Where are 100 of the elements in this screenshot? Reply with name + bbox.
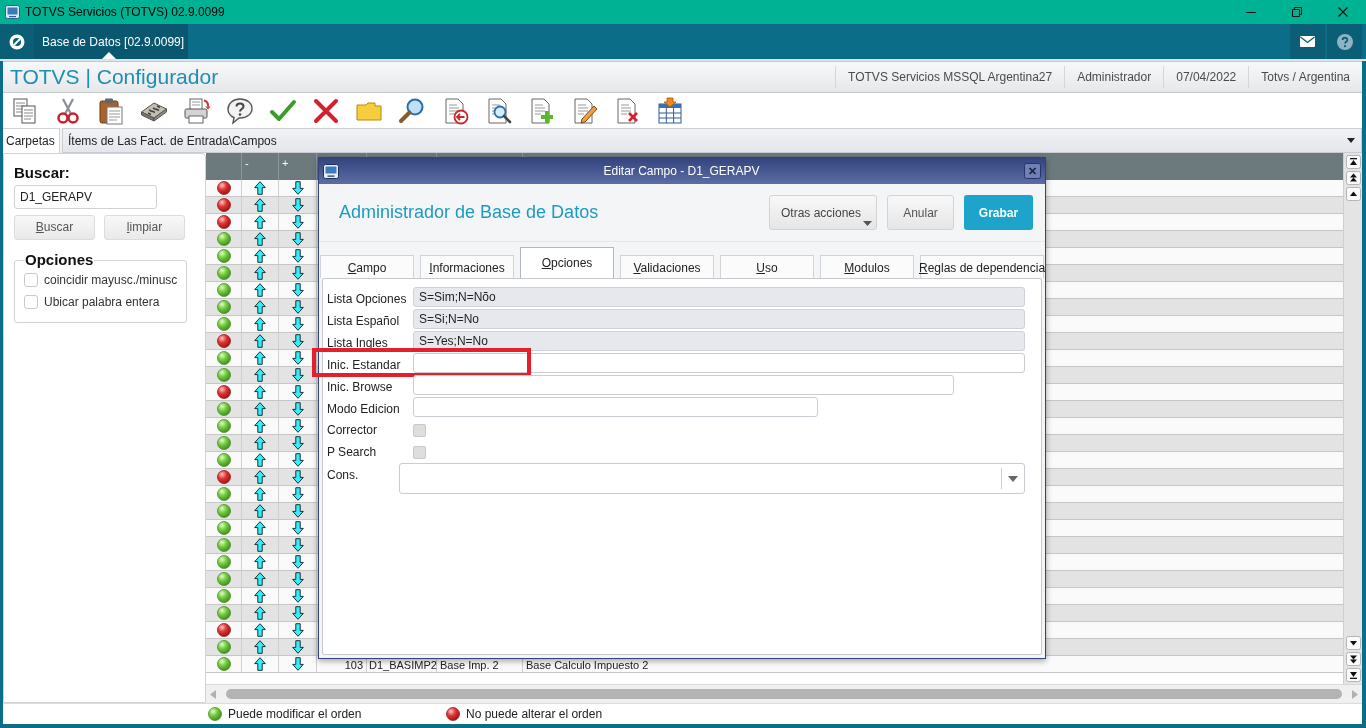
up-arrow-icon[interactable]	[254, 351, 266, 365]
input-field[interactable]: S=Sim;N=Nõo	[413, 287, 1025, 307]
scroll-down-icon[interactable]	[1345, 636, 1361, 650]
up-arrow-icon[interactable]	[254, 521, 266, 535]
scrollbar-thumb[interactable]	[226, 689, 1342, 699]
down-arrow-icon[interactable]	[291, 504, 304, 518]
dialog-tab[interactable]: Reglas de dependencia	[920, 255, 1044, 278]
down-arrow-icon[interactable]	[291, 623, 304, 637]
dialog-tab[interactable]: Uso	[720, 255, 814, 278]
down-arrow-icon[interactable]	[291, 402, 304, 416]
input-field[interactable]: S=Si;N=No	[413, 309, 1025, 329]
up-arrow-icon[interactable]	[254, 589, 266, 603]
down-arrow-icon[interactable]	[291, 538, 304, 552]
column-header[interactable]: -	[245, 157, 249, 169]
clipboard-icon[interactable]	[96, 96, 125, 125]
down-arrow-icon[interactable]	[291, 453, 304, 467]
down-arrow-icon[interactable]	[291, 317, 304, 331]
up-arrow-icon[interactable]	[254, 181, 266, 195]
up-arrow-icon[interactable]	[254, 640, 266, 654]
up-arrow-icon[interactable]	[254, 555, 266, 569]
up-arrow-icon[interactable]	[254, 436, 266, 450]
up-arrow-icon[interactable]	[254, 657, 266, 671]
up-arrow-icon[interactable]	[254, 419, 266, 433]
page-down-icon[interactable]	[1345, 652, 1361, 666]
minimize-icon[interactable]	[1246, 11, 1256, 13]
dialog-tab[interactable]: Campo	[320, 255, 414, 278]
down-arrow-icon[interactable]	[291, 385, 304, 399]
input-field[interactable]	[413, 397, 818, 417]
down-arrow-icon[interactable]	[291, 300, 304, 314]
down-arrow-icon[interactable]	[291, 657, 304, 671]
scroll-up-icon[interactable]	[1345, 187, 1361, 201]
down-arrow-icon[interactable]	[291, 436, 304, 450]
down-arrow-icon[interactable]	[291, 487, 304, 501]
down-arrow-icon[interactable]	[291, 198, 304, 212]
logo-icon[interactable]	[9, 33, 25, 50]
up-arrow-icon[interactable]	[254, 232, 266, 246]
dialog-tab[interactable]: Opciones	[520, 247, 614, 278]
down-arrow-icon[interactable]	[291, 521, 304, 535]
up-arrow-icon[interactable]	[254, 470, 266, 484]
up-arrow-icon[interactable]	[254, 385, 266, 399]
down-arrow-icon[interactable]	[291, 266, 304, 280]
page-up-icon[interactable]	[1345, 171, 1361, 185]
up-arrow-icon[interactable]	[254, 283, 266, 297]
scroll-bottom-icon[interactable]	[1345, 668, 1361, 682]
up-arrow-icon[interactable]	[254, 402, 266, 416]
mail-icon[interactable]	[1300, 36, 1315, 47]
down-arrow-icon[interactable]	[291, 215, 304, 229]
restore-icon[interactable]	[1292, 7, 1302, 17]
down-arrow-icon[interactable]	[291, 589, 304, 603]
clear-button[interactable]: limpiar	[104, 215, 185, 240]
down-arrow-icon[interactable]	[291, 606, 304, 620]
search-field[interactable]: D1_GERAPV	[14, 185, 157, 209]
caret-icon[interactable]	[1347, 138, 1355, 143]
cancel-button[interactable]: Anular	[887, 195, 954, 230]
input-field[interactable]	[413, 375, 954, 395]
help-icon[interactable]	[225, 96, 254, 125]
input-field[interactable]	[413, 353, 1025, 373]
up-arrow-icon[interactable]	[254, 317, 266, 331]
actions-button[interactable]: Otras acciones	[769, 195, 877, 230]
down-arrow-icon[interactable]	[291, 572, 304, 586]
down-arrow-icon[interactable]	[291, 181, 304, 195]
down-arrow-icon[interactable]	[291, 640, 304, 654]
up-arrow-icon[interactable]	[254, 538, 266, 552]
printer-icon[interactable]	[182, 96, 211, 125]
up-arrow-icon[interactable]	[254, 215, 266, 229]
up-arrow-icon[interactable]	[254, 249, 266, 263]
down-arrow-icon[interactable]	[291, 555, 304, 569]
down-arrow-icon[interactable]	[291, 232, 304, 246]
down-arrow-icon[interactable]	[291, 334, 304, 348]
up-arrow-icon[interactable]	[254, 300, 266, 314]
input-field[interactable]: S=Yes;N=No	[413, 331, 1025, 351]
folder-path-field[interactable]: Ítems de Las Fact. de Entrada\Campos	[62, 128, 1362, 153]
up-arrow-icon[interactable]	[254, 368, 266, 382]
up-arrow-icon[interactable]	[254, 266, 266, 280]
column-header[interactable]: +	[282, 157, 289, 169]
down-arrow-icon[interactable]	[291, 249, 304, 263]
app-tab[interactable]: Base de Datos [02.9.0099]	[34, 24, 188, 59]
dialog-tab[interactable]: Modulos	[820, 255, 914, 278]
down-arrow-icon[interactable]	[291, 351, 304, 365]
close-icon[interactable]	[1024, 163, 1041, 179]
search-icon[interactable]	[397, 96, 426, 125]
up-arrow-icon[interactable]	[254, 606, 266, 620]
up-arrow-icon[interactable]	[254, 334, 266, 348]
up-arrow-icon[interactable]	[254, 487, 266, 501]
cross-icon[interactable]	[311, 96, 340, 125]
down-arrow-icon[interactable]	[291, 283, 304, 297]
search-button[interactable]: Buscar	[14, 215, 95, 240]
up-arrow-icon[interactable]	[254, 623, 266, 637]
caret-icon[interactable]	[863, 221, 872, 226]
dialog-tab[interactable]: Informaciones	[420, 255, 514, 278]
dialog-tab[interactable]: Validaciones	[620, 255, 714, 278]
close-icon[interactable]	[1338, 7, 1348, 17]
up-arrow-icon[interactable]	[254, 572, 266, 586]
up-arrow-icon[interactable]	[254, 504, 266, 518]
up-arrow-icon[interactable]	[254, 198, 266, 212]
table-arrow-icon[interactable]	[655, 96, 684, 125]
down-arrow-icon[interactable]	[291, 368, 304, 382]
up-arrow-icon[interactable]	[254, 453, 266, 467]
down-arrow-icon[interactable]	[291, 419, 304, 433]
down-arrow-icon[interactable]	[291, 470, 304, 484]
